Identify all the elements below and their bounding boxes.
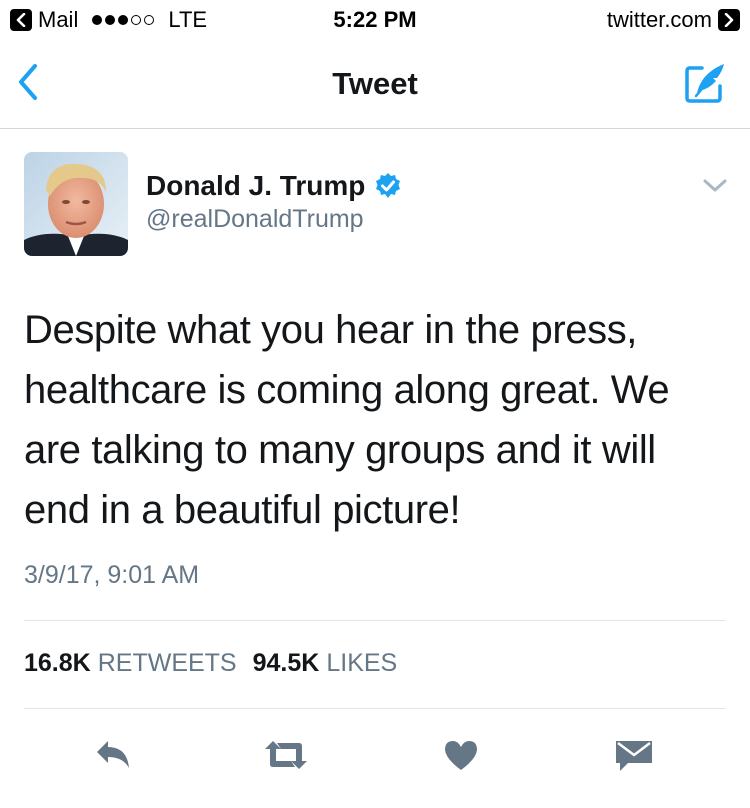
retweets-label[interactable]: RETWEETS <box>98 649 237 678</box>
divider <box>24 620 726 621</box>
forward-to-safari-icon[interactable] <box>718 9 740 31</box>
like-button[interactable] <box>436 730 486 780</box>
tweet-timestamp: 3/9/17, 9:01 AM <box>24 561 200 589</box>
nav-bar: Tweet <box>0 40 750 129</box>
avatar[interactable] <box>24 152 128 256</box>
verified-badge-icon <box>376 173 401 198</box>
likes-label[interactable]: LIKES <box>326 649 397 678</box>
likes-count[interactable]: 94.5K <box>253 649 320 678</box>
tweet-text: Despite what you hear in the press, heal… <box>24 308 670 532</box>
envelope-icon <box>616 741 652 771</box>
chevron-down-icon <box>703 179 727 192</box>
page-title: Tweet <box>332 66 418 101</box>
divider <box>24 708 726 709</box>
direct-message-button[interactable] <box>608 730 660 780</box>
author-name-row[interactable]: Donald J. Trump <box>146 170 402 202</box>
retweets-count[interactable]: 16.8K <box>24 649 91 678</box>
reply-button[interactable] <box>88 730 138 780</box>
heart-icon <box>445 741 477 770</box>
retweet-icon <box>265 741 307 769</box>
reply-icon <box>97 741 129 768</box>
compose-tweet-button[interactable] <box>682 60 728 106</box>
tweet-action-bar <box>0 730 750 780</box>
url-label[interactable]: twitter.com <box>607 7 712 33</box>
author-name[interactable]: Donald J. Trump <box>146 170 365 202</box>
compose-tweet-icon <box>685 64 724 103</box>
author-photo <box>24 152 128 256</box>
tweet-stats: 16.8K RETWEETS 94.5K LIKES <box>24 649 397 678</box>
tweet-options-button[interactable] <box>702 176 728 196</box>
status-bar: Mail LTE 5:22 PM twitter.com <box>0 0 750 40</box>
retweet-button[interactable] <box>258 730 314 780</box>
author-handle[interactable]: @realDonaldTrump <box>146 205 364 234</box>
status-bar-right: twitter.com <box>607 7 740 33</box>
